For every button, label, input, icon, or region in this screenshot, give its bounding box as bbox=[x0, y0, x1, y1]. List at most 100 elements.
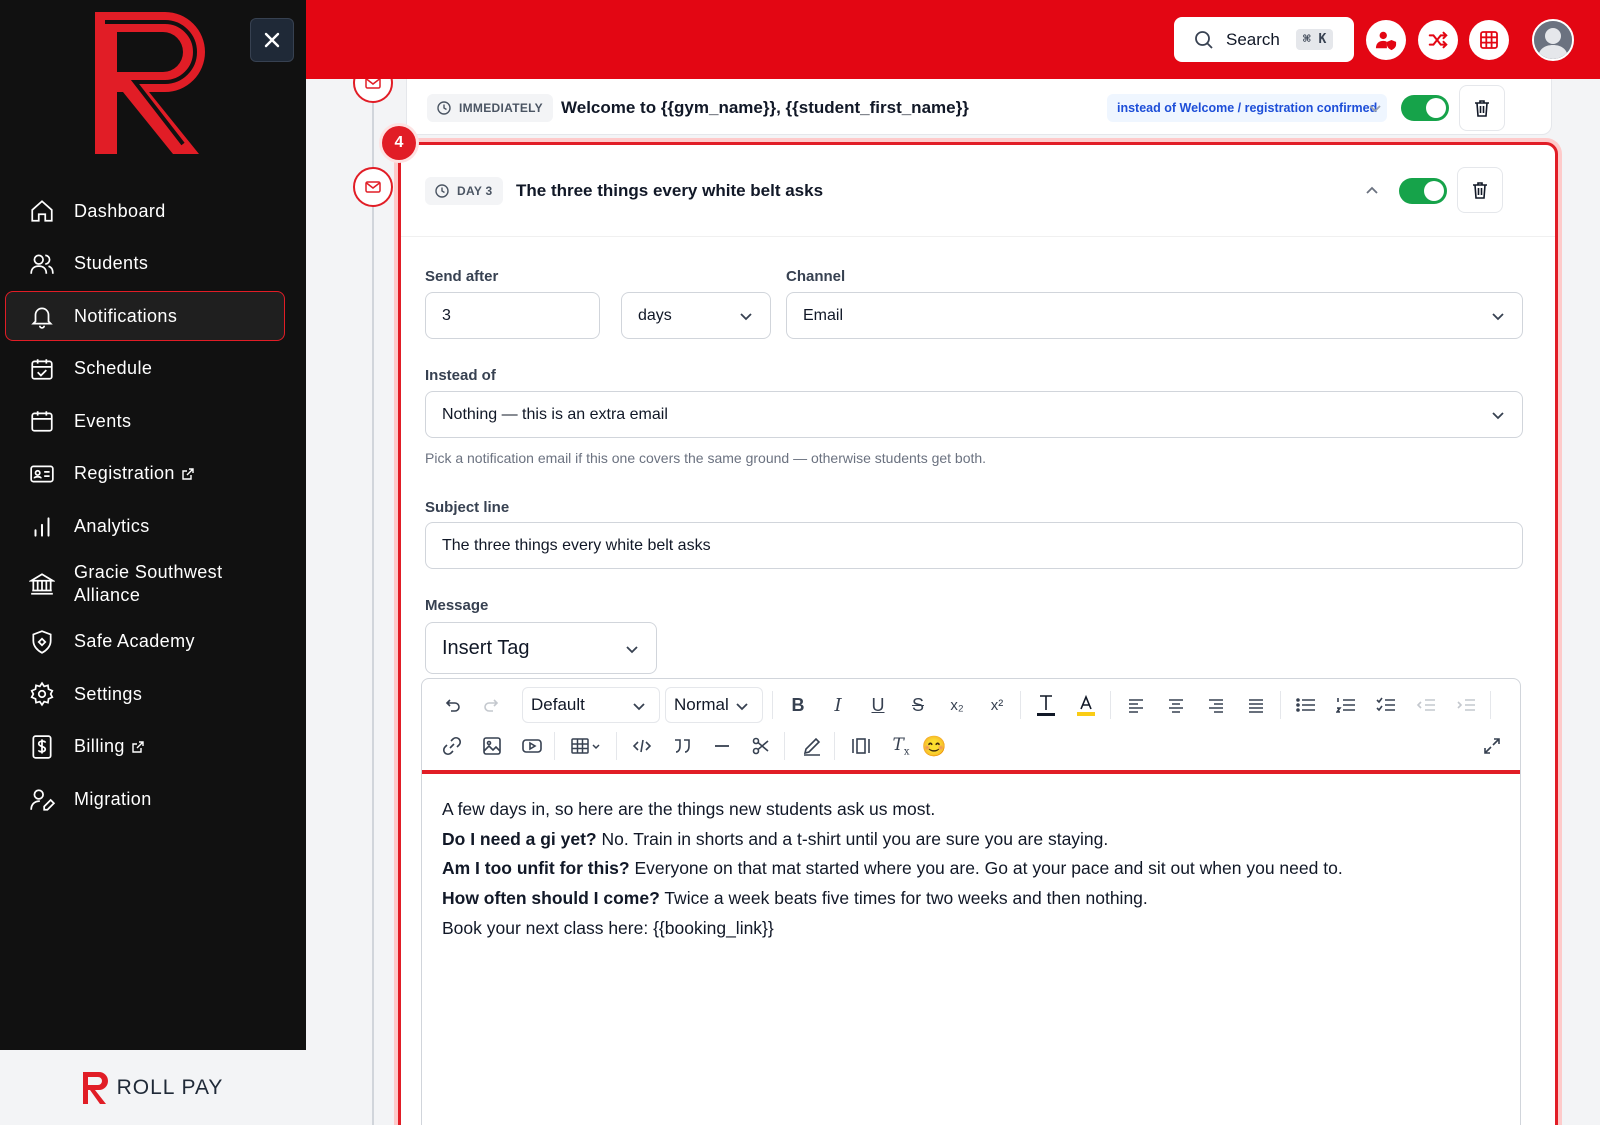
undo-icon bbox=[445, 699, 460, 712]
strikethrough-button[interactable]: S bbox=[904, 691, 932, 719]
close-sidebar-button[interactable] bbox=[250, 18, 294, 62]
notification-step-card[interactable]: IMMEDIATELY Welcome to {{gym_name}}, {{s… bbox=[406, 79, 1552, 135]
video-button[interactable] bbox=[518, 732, 546, 760]
collapse-button[interactable] bbox=[1364, 183, 1380, 199]
sidebar-item-schedule[interactable]: Schedule bbox=[5, 344, 285, 394]
delete-step-button[interactable] bbox=[1457, 167, 1503, 213]
clock-icon bbox=[437, 101, 451, 115]
clock-icon bbox=[435, 184, 449, 198]
underline-button[interactable]: U bbox=[864, 691, 892, 719]
step-enabled-toggle[interactable] bbox=[1399, 178, 1447, 204]
checklist-button[interactable] bbox=[1372, 691, 1400, 719]
bell-icon bbox=[28, 302, 56, 330]
align-center-button[interactable] bbox=[1162, 691, 1190, 719]
user-shield-button[interactable] bbox=[1366, 20, 1406, 60]
bullet-list-icon bbox=[1296, 698, 1315, 712]
font-family-select[interactable]: Default bbox=[522, 687, 660, 723]
align-left-icon bbox=[1129, 699, 1143, 713]
table-button[interactable] bbox=[568, 732, 604, 760]
subscript-button[interactable]: x₂ bbox=[943, 691, 971, 719]
outdent-button[interactable] bbox=[1412, 691, 1440, 719]
italic-icon: I bbox=[834, 694, 842, 716]
link-icon bbox=[442, 736, 462, 756]
clear-formatting-button[interactable]: Tx bbox=[887, 732, 915, 760]
external-link-icon bbox=[182, 468, 194, 480]
search-button[interactable]: Search ⌘ K bbox=[1174, 17, 1354, 62]
toolbar-separator bbox=[616, 732, 617, 760]
subject-line-input[interactable]: The three things every white belt asks bbox=[425, 522, 1523, 569]
grid-icon bbox=[1480, 31, 1498, 49]
code-button[interactable] bbox=[628, 732, 656, 760]
align-justify-button[interactable] bbox=[1242, 691, 1270, 719]
link-button[interactable] bbox=[438, 732, 466, 760]
sidebar-footer: ROLL PAY bbox=[0, 1050, 306, 1125]
rich-text-editor[interactable]: Default Normal B I U S x₂ x² Tx 😊 A few … bbox=[421, 678, 1521, 1125]
instead-of-label: Instead of bbox=[425, 367, 496, 384]
chevron-down-icon bbox=[736, 703, 748, 711]
columns-button[interactable] bbox=[847, 732, 875, 760]
trash-icon bbox=[1475, 100, 1489, 117]
instead-of-select[interactable]: Nothing — this is an extra email bbox=[425, 391, 1523, 438]
sidebar-item-migration[interactable]: Migration bbox=[5, 775, 285, 825]
external-link-icon bbox=[132, 741, 144, 753]
grid-apps-button[interactable] bbox=[1469, 20, 1509, 60]
align-right-button[interactable] bbox=[1202, 691, 1230, 719]
roll-logo-icon[interactable] bbox=[95, 12, 211, 154]
channel-select[interactable]: Email bbox=[786, 292, 1523, 339]
sidebar-item-gracie-southwest-alliance[interactable]: Gracie Southwest Alliance bbox=[5, 554, 285, 614]
search-icon bbox=[1195, 30, 1213, 49]
sidebar-item-events[interactable]: Events bbox=[5, 396, 285, 446]
step-enabled-toggle[interactable] bbox=[1401, 95, 1449, 121]
time-unit-select[interactable]: days bbox=[621, 292, 771, 339]
text-size-select[interactable]: Normal bbox=[665, 687, 763, 723]
toolbar-separator bbox=[784, 732, 785, 760]
redo-button[interactable] bbox=[478, 691, 506, 719]
sidebar-item-dashboard[interactable]: Dashboard bbox=[5, 186, 285, 236]
sidebar-item-notifications[interactable]: Notifications bbox=[5, 291, 285, 342]
highlight-icon bbox=[1077, 694, 1095, 716]
editor-line-text: A few days in, so here are the things ne… bbox=[442, 799, 936, 819]
bullet-list-button[interactable] bbox=[1292, 691, 1320, 719]
align-left-button[interactable] bbox=[1122, 691, 1150, 719]
sidebar-item-safe-academy[interactable]: Safe Academy bbox=[5, 617, 285, 667]
undo-button[interactable] bbox=[438, 691, 466, 719]
sidebar-item-students[interactable]: Students bbox=[5, 239, 285, 289]
x-icon bbox=[264, 32, 280, 48]
step-header[interactable]: DAY 3 The three things every white belt … bbox=[401, 145, 1555, 237]
sidebar-item-settings[interactable]: Settings bbox=[5, 669, 285, 719]
user-edit-icon bbox=[28, 786, 56, 814]
dollar-doc-icon bbox=[28, 733, 56, 761]
expand-button[interactable] bbox=[1367, 100, 1383, 116]
insert-tag-select[interactable]: Insert Tag bbox=[425, 622, 657, 674]
cut-button[interactable] bbox=[747, 732, 775, 760]
editor-content[interactable]: A few days in, so here are the things ne… bbox=[442, 795, 1492, 944]
editor-line: Do I need a gi yet? No. Train in shorts … bbox=[442, 825, 1492, 855]
sidebar-item-analytics[interactable]: Analytics bbox=[5, 502, 285, 552]
numbered-list-button[interactable] bbox=[1332, 691, 1360, 719]
avatar[interactable] bbox=[1532, 19, 1574, 61]
chevron-down-icon bbox=[633, 703, 645, 711]
image-icon bbox=[483, 737, 501, 755]
emoji-button[interactable]: 😊 bbox=[920, 732, 948, 760]
text-color-button[interactable] bbox=[1032, 691, 1060, 719]
signature-button[interactable] bbox=[798, 732, 826, 760]
instead-of-help: Pick a notification email if this one co… bbox=[425, 450, 987, 466]
step-subject: Welcome to {{gym_name}}, {{student_first… bbox=[561, 98, 969, 117]
blockquote-button[interactable] bbox=[668, 732, 696, 760]
shuffle-button[interactable] bbox=[1418, 20, 1458, 60]
sidebar-item-registration[interactable]: Registration bbox=[5, 449, 285, 499]
sidebar-item-billing[interactable]: Billing bbox=[5, 722, 285, 772]
checklist-icon bbox=[1376, 697, 1395, 712]
send-after-input[interactable]: 3 bbox=[425, 292, 600, 339]
image-button[interactable] bbox=[478, 732, 506, 760]
subscript-icon: x₂ bbox=[950, 696, 964, 714]
horizontal-rule-button[interactable] bbox=[708, 732, 736, 760]
fullscreen-button[interactable] bbox=[1478, 732, 1506, 760]
bold-button[interactable]: B bbox=[784, 691, 812, 719]
sidebar-item-label: Safe Academy bbox=[74, 631, 195, 652]
italic-button[interactable]: I bbox=[824, 691, 852, 719]
indent-button[interactable] bbox=[1452, 691, 1480, 719]
delete-step-button[interactable] bbox=[1459, 85, 1505, 131]
highlight-color-button[interactable] bbox=[1072, 691, 1100, 719]
superscript-button[interactable]: x² bbox=[983, 691, 1011, 719]
